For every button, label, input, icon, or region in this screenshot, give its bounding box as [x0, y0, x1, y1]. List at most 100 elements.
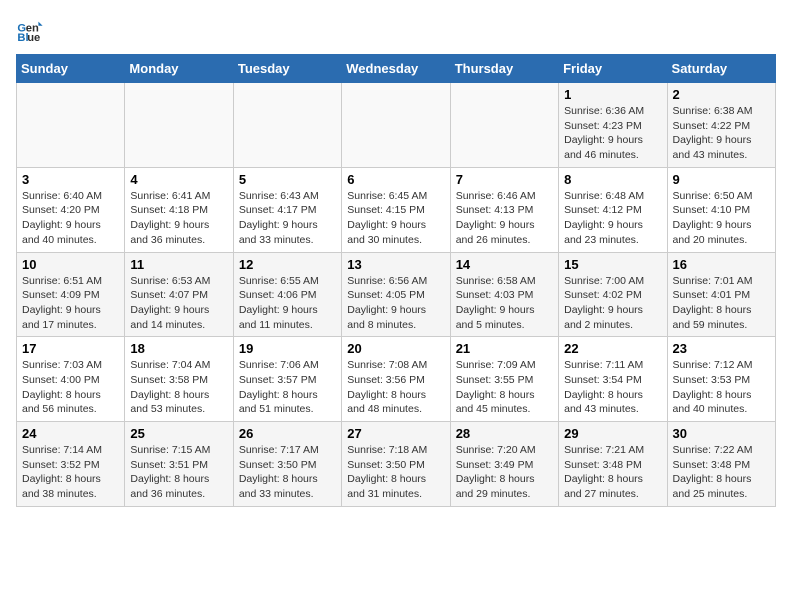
day-info: Sunrise: 6:50 AM Sunset: 4:10 PM Dayligh… — [673, 189, 770, 248]
day-cell-28: 28 Sunrise: 7:20 AM Sunset: 3:49 PM Dayli… — [450, 422, 558, 507]
weekday-header-friday: Friday — [559, 55, 667, 83]
day-cell-21: 21 Sunrise: 7:09 AM Sunset: 3:55 PM Dayli… — [450, 337, 558, 422]
header: G en Bl ue — [16, 16, 776, 44]
calendar: SundayMondayTuesdayWednesdayThursdayFrid… — [16, 54, 776, 507]
day-number: 7 — [456, 172, 553, 187]
day-info: Sunrise: 6:46 AM Sunset: 4:13 PM Dayligh… — [456, 189, 553, 248]
day-info: Sunrise: 6:51 AM Sunset: 4:09 PM Dayligh… — [22, 274, 119, 333]
weekday-header-saturday: Saturday — [667, 55, 775, 83]
day-info: Sunrise: 7:18 AM Sunset: 3:50 PM Dayligh… — [347, 443, 444, 502]
weekday-header-row: SundayMondayTuesdayWednesdayThursdayFrid… — [17, 55, 776, 83]
empty-cell — [233, 83, 341, 168]
weekday-header-sunday: Sunday — [17, 55, 125, 83]
day-number: 22 — [564, 341, 661, 356]
day-cell-9: 9 Sunrise: 6:50 AM Sunset: 4:10 PM Daylig… — [667, 167, 775, 252]
day-info: Sunrise: 7:04 AM Sunset: 3:58 PM Dayligh… — [130, 358, 227, 417]
day-info: Sunrise: 7:00 AM Sunset: 4:02 PM Dayligh… — [564, 274, 661, 333]
day-info: Sunrise: 6:58 AM Sunset: 4:03 PM Dayligh… — [456, 274, 553, 333]
day-cell-12: 12 Sunrise: 6:55 AM Sunset: 4:06 PM Dayli… — [233, 252, 341, 337]
day-number: 11 — [130, 257, 227, 272]
day-number: 10 — [22, 257, 119, 272]
week-row-3: 10 Sunrise: 6:51 AM Sunset: 4:09 PM Dayli… — [17, 252, 776, 337]
weekday-header-wednesday: Wednesday — [342, 55, 450, 83]
week-row-2: 3 Sunrise: 6:40 AM Sunset: 4:20 PM Daylig… — [17, 167, 776, 252]
day-cell-30: 30 Sunrise: 7:22 AM Sunset: 3:48 PM Dayli… — [667, 422, 775, 507]
day-info: Sunrise: 6:48 AM Sunset: 4:12 PM Dayligh… — [564, 189, 661, 248]
day-number: 23 — [673, 341, 770, 356]
day-number: 25 — [130, 426, 227, 441]
day-number: 19 — [239, 341, 336, 356]
day-number: 26 — [239, 426, 336, 441]
day-info: Sunrise: 7:14 AM Sunset: 3:52 PM Dayligh… — [22, 443, 119, 502]
day-number: 13 — [347, 257, 444, 272]
day-info: Sunrise: 6:55 AM Sunset: 4:06 PM Dayligh… — [239, 274, 336, 333]
day-number: 21 — [456, 341, 553, 356]
day-info: Sunrise: 7:20 AM Sunset: 3:49 PM Dayligh… — [456, 443, 553, 502]
empty-cell — [125, 83, 233, 168]
logo-icon: G en Bl ue — [16, 16, 44, 44]
day-number: 18 — [130, 341, 227, 356]
week-row-4: 17Sunrise: 7:03 AM Sunset: 4:00 PM Dayli… — [17, 337, 776, 422]
day-info: Sunrise: 7:06 AM Sunset: 3:57 PM Dayligh… — [239, 358, 336, 417]
day-cell-11: 11 Sunrise: 6:53 AM Sunset: 4:07 PM Dayli… — [125, 252, 233, 337]
weekday-header-thursday: Thursday — [450, 55, 558, 83]
day-info: Sunrise: 6:53 AM Sunset: 4:07 PM Dayligh… — [130, 274, 227, 333]
day-cell-24: 24Sunrise: 7:14 AM Sunset: 3:52 PM Dayli… — [17, 422, 125, 507]
day-cell-29: 29 Sunrise: 7:21 AM Sunset: 3:48 PM Dayli… — [559, 422, 667, 507]
day-info: Sunrise: 6:41 AM Sunset: 4:18 PM Dayligh… — [130, 189, 227, 248]
day-cell-2: 2Sunrise: 6:38 AM Sunset: 4:22 PM Daylig… — [667, 83, 775, 168]
day-info: Sunrise: 6:36 AM Sunset: 4:23 PM Dayligh… — [564, 104, 661, 163]
day-number: 5 — [239, 172, 336, 187]
day-info: Sunrise: 7:21 AM Sunset: 3:48 PM Dayligh… — [564, 443, 661, 502]
day-info: Sunrise: 7:12 AM Sunset: 3:53 PM Dayligh… — [673, 358, 770, 417]
day-number: 3 — [22, 172, 119, 187]
day-number: 4 — [130, 172, 227, 187]
day-info: Sunrise: 6:40 AM Sunset: 4:20 PM Dayligh… — [22, 189, 119, 248]
day-cell-15: 15Sunrise: 7:00 AM Sunset: 4:02 PM Dayli… — [559, 252, 667, 337]
logo: G en Bl ue — [16, 16, 48, 44]
day-cell-18: 18 Sunrise: 7:04 AM Sunset: 3:58 PM Dayli… — [125, 337, 233, 422]
day-cell-22: 22Sunrise: 7:11 AM Sunset: 3:54 PM Dayli… — [559, 337, 667, 422]
day-info: Sunrise: 6:38 AM Sunset: 4:22 PM Dayligh… — [673, 104, 770, 163]
empty-cell — [17, 83, 125, 168]
day-cell-20: 20 Sunrise: 7:08 AM Sunset: 3:56 PM Dayli… — [342, 337, 450, 422]
day-cell-13: 13 Sunrise: 6:56 AM Sunset: 4:05 PM Dayli… — [342, 252, 450, 337]
day-number: 20 — [347, 341, 444, 356]
day-cell-19: 19 Sunrise: 7:06 AM Sunset: 3:57 PM Dayli… — [233, 337, 341, 422]
day-cell-23: 23 Sunrise: 7:12 AM Sunset: 3:53 PM Dayli… — [667, 337, 775, 422]
week-row-1: 1Sunrise: 6:36 AM Sunset: 4:23 PM Daylig… — [17, 83, 776, 168]
week-row-5: 24Sunrise: 7:14 AM Sunset: 3:52 PM Dayli… — [17, 422, 776, 507]
day-info: Sunrise: 7:09 AM Sunset: 3:55 PM Dayligh… — [456, 358, 553, 417]
day-number: 12 — [239, 257, 336, 272]
day-cell-25: 25 Sunrise: 7:15 AM Sunset: 3:51 PM Dayli… — [125, 422, 233, 507]
empty-cell — [450, 83, 558, 168]
day-number: 16 — [673, 257, 770, 272]
day-number: 29 — [564, 426, 661, 441]
day-info: Sunrise: 7:03 AM Sunset: 4:00 PM Dayligh… — [22, 358, 119, 417]
day-info: Sunrise: 7:15 AM Sunset: 3:51 PM Dayligh… — [130, 443, 227, 502]
day-number: 14 — [456, 257, 553, 272]
day-cell-5: 5 Sunrise: 6:43 AM Sunset: 4:17 PM Daylig… — [233, 167, 341, 252]
day-cell-10: 10 Sunrise: 6:51 AM Sunset: 4:09 PM Dayli… — [17, 252, 125, 337]
day-info: Sunrise: 7:22 AM Sunset: 3:48 PM Dayligh… — [673, 443, 770, 502]
day-info: Sunrise: 7:08 AM Sunset: 3:56 PM Dayligh… — [347, 358, 444, 417]
empty-cell — [342, 83, 450, 168]
day-info: Sunrise: 7:01 AM Sunset: 4:01 PM Dayligh… — [673, 274, 770, 333]
day-cell-7: 7 Sunrise: 6:46 AM Sunset: 4:13 PM Daylig… — [450, 167, 558, 252]
day-number: 6 — [347, 172, 444, 187]
day-number: 9 — [673, 172, 770, 187]
day-cell-27: 27 Sunrise: 7:18 AM Sunset: 3:50 PM Dayli… — [342, 422, 450, 507]
day-number: 27 — [347, 426, 444, 441]
day-cell-17: 17Sunrise: 7:03 AM Sunset: 4:00 PM Dayli… — [17, 337, 125, 422]
day-number: 8 — [564, 172, 661, 187]
day-info: Sunrise: 6:43 AM Sunset: 4:17 PM Dayligh… — [239, 189, 336, 248]
day-info: Sunrise: 6:56 AM Sunset: 4:05 PM Dayligh… — [347, 274, 444, 333]
day-number: 28 — [456, 426, 553, 441]
day-info: Sunrise: 6:45 AM Sunset: 4:15 PM Dayligh… — [347, 189, 444, 248]
day-cell-16: 16 Sunrise: 7:01 AM Sunset: 4:01 PM Dayli… — [667, 252, 775, 337]
day-cell-3: 3 Sunrise: 6:40 AM Sunset: 4:20 PM Daylig… — [17, 167, 125, 252]
day-cell-8: 8 Sunrise: 6:48 AM Sunset: 4:12 PM Daylig… — [559, 167, 667, 252]
day-cell-4: 4 Sunrise: 6:41 AM Sunset: 4:18 PM Daylig… — [125, 167, 233, 252]
day-number: 30 — [673, 426, 770, 441]
day-cell-6: 6 Sunrise: 6:45 AM Sunset: 4:15 PM Daylig… — [342, 167, 450, 252]
